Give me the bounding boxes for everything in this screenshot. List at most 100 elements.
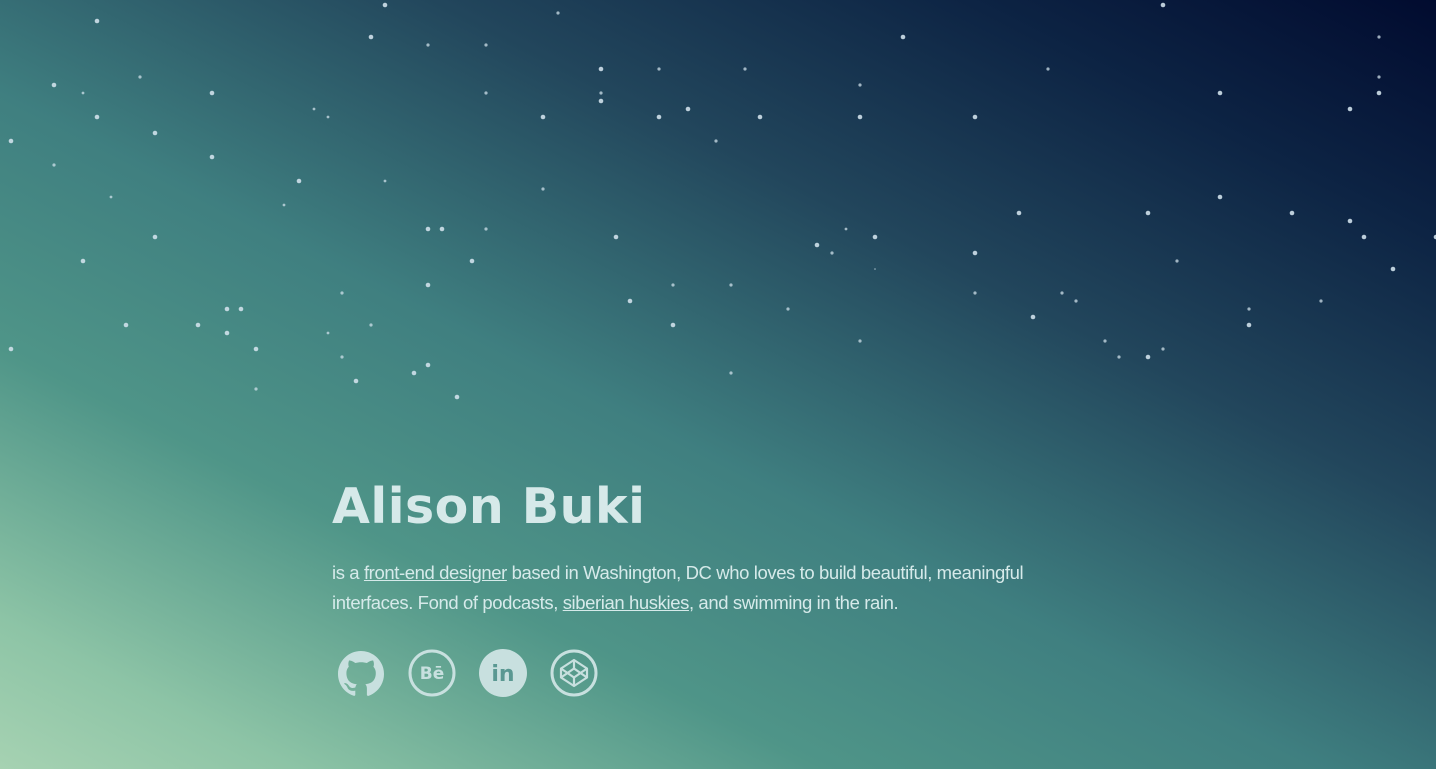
star-dot (729, 371, 733, 375)
star-dot (872, 234, 878, 240)
star-dot (1319, 299, 1323, 303)
star-dot (254, 387, 258, 391)
bio-text: is a front-end designer based in Washing… (332, 558, 1102, 618)
star-dot (858, 339, 862, 343)
bio-prefix: is a (332, 562, 364, 583)
linkedin-icon: in (479, 649, 527, 697)
siberian-huskies-link[interactable]: siberian huskies (563, 592, 690, 613)
star-dot (1246, 322, 1252, 328)
star-dot (425, 362, 431, 368)
linkedin-link[interactable]: in (479, 649, 527, 697)
star-dot (786, 307, 790, 311)
star-dot (1145, 354, 1151, 360)
star-dot (340, 291, 344, 295)
star-dot (900, 34, 906, 40)
star-dot (484, 227, 488, 231)
star-dot (296, 178, 302, 184)
star-dot (556, 11, 560, 15)
github-link[interactable] (337, 649, 385, 697)
star-dot (51, 82, 57, 88)
star-dot (1161, 347, 1165, 351)
star-dot (1361, 234, 1367, 240)
star-dot (1217, 194, 1223, 200)
star-dot (368, 34, 374, 40)
star-dot (1376, 90, 1382, 96)
star-dot (743, 67, 747, 71)
star-dot (195, 322, 201, 328)
star-dot (312, 107, 316, 111)
star-dot (1117, 355, 1121, 359)
star-dot (857, 114, 863, 120)
star-dot (657, 67, 661, 71)
star-dot (253, 346, 259, 352)
star-dot (656, 114, 662, 120)
star-dot (326, 331, 330, 335)
star-dot (1217, 90, 1223, 96)
star-dot (326, 115, 330, 119)
star-dot (209, 154, 215, 160)
star-dot (81, 91, 85, 95)
star-dot (1247, 307, 1251, 311)
star-dot (426, 43, 430, 47)
star-dot (1175, 259, 1179, 263)
star-dot (685, 106, 691, 112)
star-dot (858, 83, 862, 87)
star-dot (382, 2, 388, 8)
hero-section: Alison Buki is a front-end designer base… (332, 476, 1102, 697)
star-dot (599, 91, 603, 95)
behance-link[interactable]: Bē (408, 649, 456, 697)
star-dot (714, 139, 718, 143)
star-dot (152, 130, 158, 136)
star-dot (439, 226, 445, 232)
star-dot (454, 394, 460, 400)
bio-suffix: , and swimming in the rain. (688, 592, 899, 613)
star-dot (1046, 67, 1050, 71)
star-dot (627, 298, 633, 304)
star-dot (1103, 339, 1107, 343)
star-dot (729, 283, 733, 287)
star-dot (1390, 266, 1396, 272)
star-dot (383, 179, 387, 183)
star-dot (1060, 291, 1064, 295)
star-dot (1074, 299, 1078, 303)
star-dot (1377, 35, 1381, 39)
star-dot (1347, 218, 1353, 224)
star-dot (671, 283, 675, 287)
svg-text:in: in (491, 662, 514, 687)
front-end-designer-link[interactable]: front-end designer (364, 562, 507, 583)
social-links: Bē in (332, 649, 1102, 697)
star-dot (224, 330, 230, 336)
behance-icon: Bē (408, 649, 456, 697)
star-dot (425, 282, 431, 288)
star-dot (598, 98, 604, 104)
star-dot (411, 370, 417, 376)
page-title: Alison Buki (332, 478, 646, 535)
star-dot (1377, 75, 1381, 79)
star-dot (109, 195, 113, 199)
star-dot (1030, 314, 1036, 320)
star-dot (598, 66, 604, 72)
github-icon (338, 651, 384, 696)
star-dot (973, 291, 977, 295)
star-dot (8, 346, 14, 352)
star-dot (469, 258, 475, 264)
star-dot (1347, 106, 1353, 112)
codepen-link[interactable] (550, 649, 598, 697)
star-dot (353, 378, 359, 384)
star-dot (1145, 210, 1151, 216)
star-dot (8, 138, 14, 144)
star-dot (238, 306, 244, 312)
star-dot (340, 355, 344, 359)
star-dot (152, 234, 158, 240)
star-dot (425, 226, 431, 232)
star-dot (1016, 210, 1022, 216)
star-dot (874, 268, 876, 270)
star-dot (814, 242, 820, 248)
svg-text:Bē: Bē (420, 664, 445, 684)
star-dot (52, 163, 56, 167)
star-dot (369, 323, 373, 327)
star-dot (123, 322, 129, 328)
star-dot (1289, 210, 1295, 216)
star-dot (80, 258, 86, 264)
star-dot (613, 234, 619, 240)
